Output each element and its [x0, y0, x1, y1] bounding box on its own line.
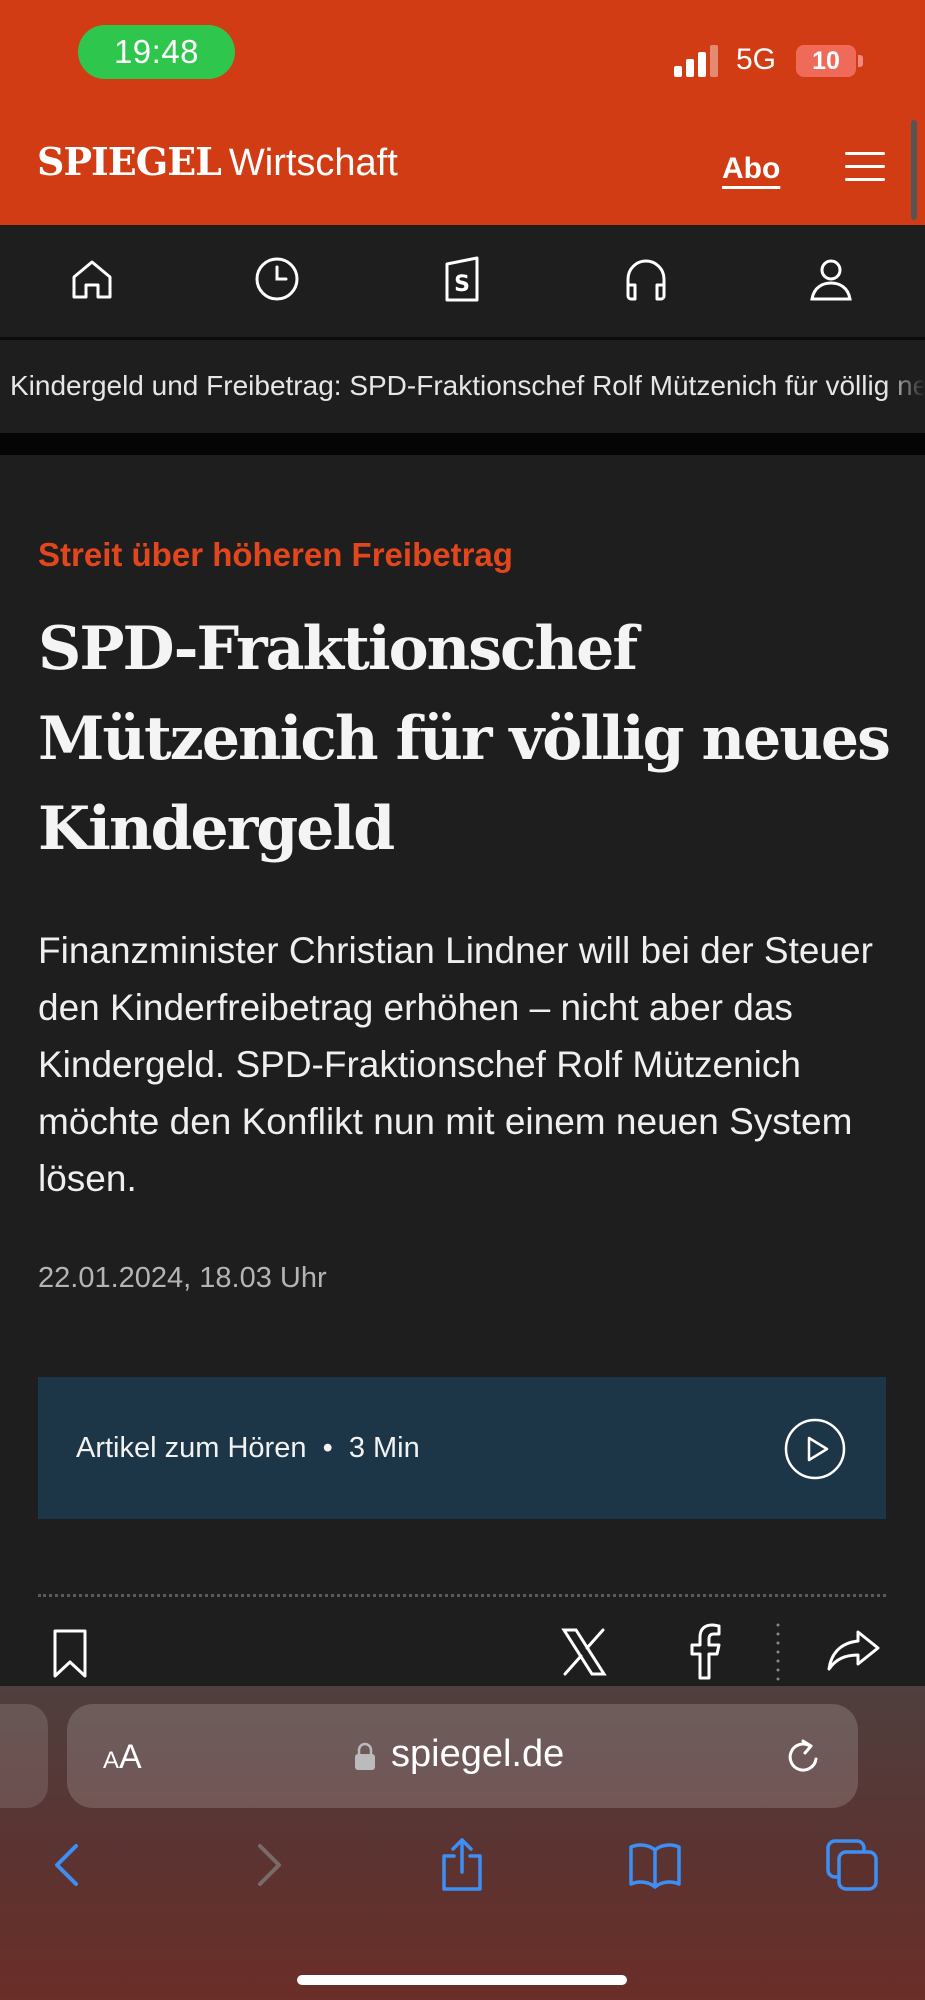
article-date: 22.01.2024, 18.03 Uhr	[38, 1262, 327, 1294]
x-icon[interactable]	[560, 1626, 608, 1678]
share-toolbar	[0, 1620, 925, 1685]
ticker-text: Kindergeld und Freibetrag: SPD-Fraktions…	[10, 370, 925, 401]
signal-strength-icon	[674, 45, 718, 77]
headphones-icon[interactable]	[622, 255, 670, 303]
brand-link[interactable]: SPIEGEL Wirtschaft	[37, 142, 398, 184]
news-ticker[interactable]: Kindergeld und Freibetrag: SPD-Fraktions…	[0, 341, 925, 433]
audio-article-player[interactable]: Artikel zum Hören • 3 Min	[38, 1377, 886, 1519]
bookmark-icon[interactable]	[50, 1628, 90, 1680]
history-clock-icon[interactable]	[253, 255, 301, 303]
play-icon[interactable]	[783, 1417, 847, 1481]
status-time: 19:48	[78, 25, 235, 79]
dotted-divider	[38, 1594, 886, 1597]
home-icon[interactable]	[68, 255, 116, 303]
ticker-fade	[885, 341, 925, 433]
back-icon[interactable]	[42, 1838, 96, 1892]
previous-tab-preview[interactable]	[0, 1704, 48, 1808]
article-kicker: Streit über höheren Freibetrag	[38, 536, 513, 573]
battery-indicator: 10	[796, 45, 856, 77]
reload-icon[interactable]	[783, 1736, 825, 1778]
battery-cap	[858, 55, 863, 67]
audio-label: Artikel zum Hören • 3 Min	[76, 1432, 420, 1464]
browser-toolbar: AA spiegel.de	[0, 1686, 925, 2000]
share-icon[interactable]	[435, 1838, 489, 1892]
section-name: Wirtschaft	[228, 142, 398, 184]
vertical-dotted-divider	[776, 1623, 780, 1681]
forward-icon[interactable]	[240, 1838, 294, 1892]
site-header: 19:48 5G 10 SPIEGEL Wirtschaft Abo	[0, 0, 925, 225]
facebook-icon[interactable]	[686, 1622, 726, 1680]
address-bar[interactable]: AA spiegel.de	[67, 1704, 858, 1808]
home-indicator	[297, 1975, 627, 1985]
bookmarks-icon[interactable]	[628, 1838, 682, 1892]
tabs-icon[interactable]	[825, 1838, 879, 1892]
divider	[0, 433, 925, 455]
svg-text:S: S	[454, 272, 470, 297]
scrollbar	[911, 120, 917, 220]
hamburger-menu-icon[interactable]	[845, 152, 885, 191]
article-lead: Finanzminister Christian Lindner will be…	[38, 930, 873, 1199]
abo-link[interactable]: Abo	[722, 152, 780, 186]
spiegel-logo: SPIEGEL	[37, 139, 222, 184]
network-type: 5G	[736, 43, 777, 76]
url-text: spiegel.de	[391, 1733, 565, 1775]
article-headline: SPD-Fraktionschef Mützenich für völlig n…	[38, 614, 891, 864]
lock-icon	[355, 1742, 375, 1770]
account-icon[interactable]	[807, 255, 855, 303]
spiegel-plus-icon[interactable]: S	[438, 255, 486, 303]
text-size-button[interactable]: AA	[103, 1738, 142, 1777]
share-icon[interactable]	[825, 1628, 881, 1672]
